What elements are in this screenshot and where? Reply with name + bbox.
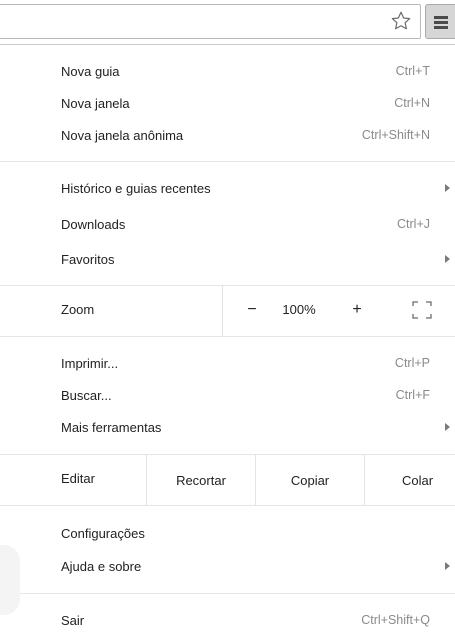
menu-item-label: Histórico e guias recentes <box>61 180 211 196</box>
submenu-arrow-icon <box>445 423 450 431</box>
menu-item-shortcut: Ctrl+F <box>395 388 430 402</box>
zoom-divider <box>222 286 223 336</box>
menu-separator <box>0 505 455 506</box>
menu-item-bookmarks[interactable]: Favoritos <box>0 245 455 273</box>
menu-separator <box>0 593 455 594</box>
menu-item-label: Ajuda e sobre <box>61 558 142 574</box>
edit-row: Editar Recortar Copiar Colar <box>0 455 455 505</box>
browser-toolbar <box>0 0 455 44</box>
menu-item-label: Sair <box>61 612 85 628</box>
submenu-arrow-icon <box>445 184 450 192</box>
cut-button[interactable]: Recortar <box>147 455 255 505</box>
menu-item-label: Buscar... <box>61 387 112 403</box>
zoom-label: Zoom <box>61 302 95 317</box>
menu-separator <box>0 161 455 162</box>
menu-item-print[interactable]: Imprimir... Ctrl+P <box>0 349 455 377</box>
menu-item-exit[interactable]: Sair Ctrl+Shift+Q <box>0 606 455 634</box>
menu-item-label: Imprimir... <box>61 355 119 371</box>
edit-label: Editar <box>61 471 95 486</box>
address-bar[interactable] <box>0 4 421 39</box>
menu-item-shortcut: Ctrl+T <box>395 64 430 78</box>
zoom-level: 100% <box>282 302 316 317</box>
zoom-out-button[interactable]: − <box>240 298 264 322</box>
menu-item-new-incognito-window[interactable]: Nova janela anônima Ctrl+Shift+N <box>0 121 455 149</box>
menu-item-shortcut: Ctrl+Shift+N <box>361 128 430 142</box>
submenu-arrow-icon <box>445 562 450 570</box>
menu-item-shortcut: Ctrl+Shift+Q <box>361 613 430 627</box>
bookmark-star-button[interactable] <box>388 8 414 34</box>
hamburger-menu-icon <box>434 15 448 29</box>
menu-item-label: Downloads <box>61 216 126 232</box>
menu-item-shortcut: Ctrl+J <box>397 217 430 231</box>
zoom-in-button[interactable]: + <box>345 298 369 322</box>
menu-separator <box>0 336 455 337</box>
menu-item-history[interactable]: Histórico e guias recentes <box>0 174 455 202</box>
background-watermark <box>0 545 20 615</box>
menu-item-label: Favoritos <box>61 251 115 267</box>
menu-item-shortcut: Ctrl+P <box>394 356 430 370</box>
fullscreen-button[interactable] <box>412 301 432 319</box>
chrome-menu-button[interactable] <box>425 4 455 39</box>
menu-item-label: Nova guia <box>61 63 120 79</box>
menu-item-new-tab[interactable]: Nova guia Ctrl+T <box>0 57 455 85</box>
menu-item-new-window[interactable]: Nova janela Ctrl+N <box>0 89 455 117</box>
menu-item-settings[interactable]: Configurações <box>0 519 455 547</box>
menu-item-help[interactable]: Ajuda e sobre <box>0 552 455 580</box>
menu-item-label: Configurações <box>61 525 145 541</box>
paste-button[interactable]: Colar <box>365 455 455 505</box>
star-outline-icon <box>391 11 411 30</box>
chrome-dropdown-menu: Nova guia Ctrl+T Nova janela Ctrl+N Nova… <box>0 44 455 628</box>
zoom-row: Zoom − 100% + <box>0 286 455 336</box>
menu-item-find[interactable]: Buscar... Ctrl+F <box>0 381 455 409</box>
fullscreen-icon <box>412 301 432 319</box>
menu-item-label: Nova janela <box>61 95 130 111</box>
menu-item-more-tools[interactable]: Mais ferramentas <box>0 413 455 441</box>
menu-item-downloads[interactable]: Downloads Ctrl+J <box>0 210 455 238</box>
menu-item-label: Nova janela anônima <box>61 127 184 143</box>
submenu-arrow-icon <box>445 255 450 263</box>
menu-item-label: Mais ferramentas <box>61 419 162 435</box>
menu-item-shortcut: Ctrl+N <box>394 96 430 110</box>
copy-button[interactable]: Copiar <box>256 455 364 505</box>
